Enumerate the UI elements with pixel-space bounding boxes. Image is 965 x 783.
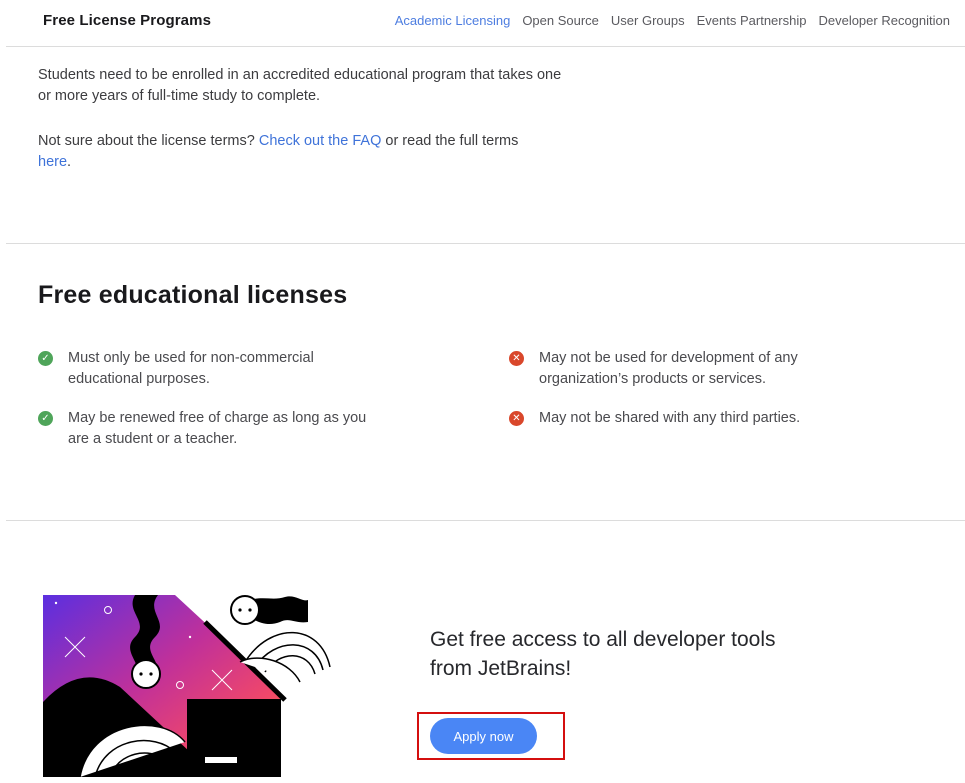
- allowed-item: ✓ May be renewed free of charge as long …: [38, 408, 388, 450]
- terms-prefix: Not sure about the license terms?: [38, 133, 259, 149]
- top-bar: Free License Programs Academic Licensing…: [0, 0, 965, 46]
- allowed-item-text: May be renewed free of charge as long as…: [68, 410, 367, 447]
- cta-heading: Get free access to all developer tools f…: [430, 628, 776, 680]
- illustration-graphic: [43, 595, 331, 777]
- terms-middle: or read the full terms: [381, 133, 519, 149]
- disallowed-item: ✕ May not be used for development of any…: [509, 348, 829, 390]
- faq-link[interactable]: Check out the FAQ: [259, 133, 382, 149]
- section-divider: [6, 520, 965, 521]
- disallowed-item-text: May not be shared with any third parties…: [539, 410, 801, 426]
- cross-circle-icon: ✕: [509, 351, 524, 366]
- allowed-item: ✓ Must only be used for non-commercial e…: [38, 348, 388, 390]
- site-title[interactable]: Free License Programs: [43, 12, 211, 29]
- enrollment-requirement: Students need to be enrolled in an accre…: [38, 67, 562, 104]
- header-divider: [6, 46, 965, 47]
- nav-user-groups[interactable]: User Groups: [611, 13, 685, 28]
- cross-circle-icon: ✕: [509, 411, 524, 426]
- program-nav: Academic Licensing Open Source User Grou…: [395, 13, 950, 28]
- full-terms-link[interactable]: here: [38, 154, 67, 170]
- nav-academic-licensing[interactable]: Academic Licensing: [395, 13, 511, 28]
- section-divider: [6, 243, 965, 244]
- check-circle-icon: ✓: [38, 351, 53, 366]
- apply-now-button[interactable]: Apply now: [430, 718, 537, 754]
- license-terms-note: Not sure about the license terms? Check …: [38, 131, 543, 173]
- allowed-item-text: Must only be used for non-commercial edu…: [68, 350, 314, 387]
- terms-suffix: .: [67, 154, 72, 170]
- nav-events-partnership[interactable]: Events Partnership: [697, 13, 807, 28]
- nav-developer-recognition[interactable]: Developer Recognition: [818, 13, 950, 28]
- nav-open-source[interactable]: Open Source: [522, 13, 599, 28]
- check-circle-icon: ✓: [38, 411, 53, 426]
- students-illustration: [40, 592, 335, 777]
- disallowed-item-text: May not be used for development of any o…: [539, 350, 798, 387]
- licenses-heading: Free educational licenses: [38, 281, 348, 309]
- disallowed-item: ✕ May not be shared with any third parti…: [509, 408, 839, 429]
